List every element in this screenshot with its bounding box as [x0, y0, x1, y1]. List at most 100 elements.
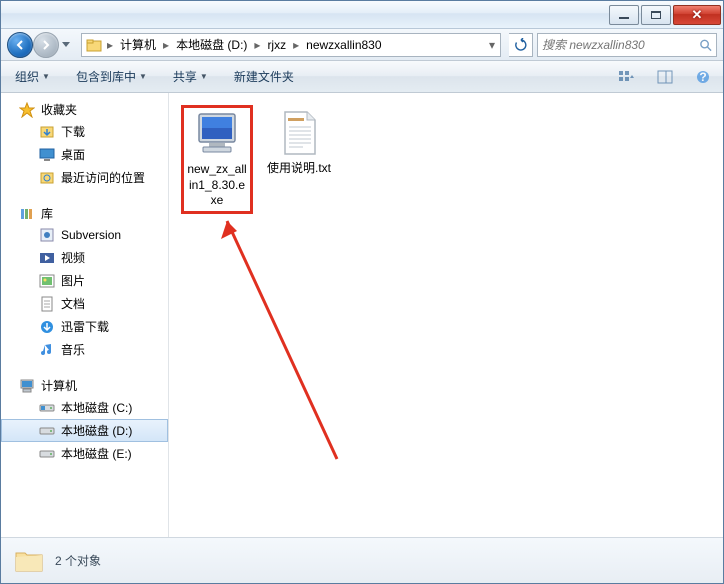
- sidebar-label: 迅雷下载: [61, 318, 109, 335]
- file-name: new_zx_allin1_8.30.exe: [186, 162, 248, 209]
- toolbar: 组织 ▼ 包含到库中 ▼ 共享 ▼ 新建文件夹 ?: [1, 61, 723, 93]
- breadcrumb-separator[interactable]: ▸: [290, 38, 302, 52]
- status-bar: 2 个对象: [1, 537, 723, 583]
- preview-pane-icon: [657, 70, 673, 84]
- sidebar-label: 图片: [61, 272, 85, 289]
- sidebar-label: 下载: [61, 123, 85, 140]
- breadcrumb-segment[interactable]: 计算机: [116, 34, 160, 56]
- subversion-icon: [39, 227, 55, 243]
- titlebar: ✕: [1, 1, 723, 29]
- file-item-txt[interactable]: 使用说明.txt: [263, 105, 335, 181]
- sidebar-label: Subversion: [61, 228, 121, 242]
- computer-header[interactable]: 计算机: [1, 375, 168, 396]
- computer-group: 计算机 本地磁盘 (C:) 本地磁盘 (D:) 本地磁盘 (E:): [1, 375, 168, 465]
- picture-icon: [39, 273, 55, 289]
- sidebar-label: 最近访问的位置: [61, 169, 145, 186]
- exe-icon: [193, 110, 241, 158]
- libraries-group: 库 Subversion 视频 图片 文档 迅雷下载 音乐: [1, 203, 168, 361]
- close-button[interactable]: ✕: [673, 5, 721, 25]
- text-file-icon: [275, 109, 323, 157]
- computer-icon: [19, 378, 35, 394]
- sidebar-label: 桌面: [61, 146, 85, 163]
- search-input[interactable]: [542, 38, 699, 52]
- organize-menu[interactable]: 组织 ▼: [9, 64, 56, 89]
- music-icon: [39, 342, 55, 358]
- sidebar-label: 本地磁盘 (D:): [61, 422, 132, 439]
- xunlei-icon: [39, 319, 55, 335]
- include-in-library-menu[interactable]: 包含到库中 ▼: [70, 64, 153, 89]
- sidebar-label: 视频: [61, 249, 85, 266]
- drive-icon: [39, 423, 55, 439]
- help-button[interactable]: ?: [691, 66, 715, 88]
- download-icon: [39, 124, 55, 140]
- toolbar-label: 新建文件夹: [234, 68, 294, 85]
- breadcrumb-separator[interactable]: ▸: [251, 38, 263, 52]
- breadcrumb[interactable]: ▸ 计算机 ▸ 本地磁盘 (D:) ▸ rjxz ▸ newzxallin830…: [81, 33, 501, 57]
- sidebar-item-drive-e[interactable]: 本地磁盘 (E:): [1, 442, 168, 465]
- content-area: 收藏夹 下载 桌面 最近访问的位置 库: [1, 93, 723, 537]
- breadcrumb-separator[interactable]: ▸: [104, 38, 116, 52]
- minimize-button[interactable]: [609, 5, 639, 25]
- video-icon: [39, 250, 55, 266]
- breadcrumb-segment[interactable]: newzxallin830: [302, 34, 385, 56]
- sidebar-item-desktop[interactable]: 桌面: [1, 143, 168, 166]
- drive-icon: [39, 446, 55, 462]
- libraries-header[interactable]: 库: [1, 203, 168, 224]
- search-box[interactable]: [537, 33, 717, 57]
- sidebar-item-pictures[interactable]: 图片: [1, 269, 168, 292]
- sidebar-label: 文档: [61, 295, 85, 312]
- sidebar-item-drive-d[interactable]: 本地磁盘 (D:): [1, 419, 168, 442]
- view-grid-icon: [618, 70, 636, 84]
- breadcrumb-separator[interactable]: ▸: [160, 38, 172, 52]
- drive-icon: [39, 400, 55, 416]
- arrow-left-icon: [14, 39, 26, 51]
- file-item-exe[interactable]: new_zx_allin1_8.30.exe: [181, 105, 253, 214]
- favorites-header[interactable]: 收藏夹: [1, 99, 168, 120]
- sidebar-item-drive-c[interactable]: 本地磁盘 (C:): [1, 396, 168, 419]
- sidebar-label: 收藏夹: [41, 101, 77, 118]
- sidebar-item-recent[interactable]: 最近访问的位置: [1, 166, 168, 189]
- explorer-window: ✕ ▸ 计算机 ▸ 本地磁盘 (D:) ▸ rjxz ▸ newzxallin8…: [0, 0, 724, 584]
- view-options-button[interactable]: [615, 66, 639, 88]
- breadcrumb-segment[interactable]: 本地磁盘 (D:): [172, 34, 251, 56]
- breadcrumb-dropdown[interactable]: ▾: [486, 38, 498, 52]
- refresh-button[interactable]: [509, 33, 533, 57]
- toolbar-label: 组织: [15, 68, 39, 85]
- annotation-arrow: [217, 199, 347, 469]
- search-icon: [699, 38, 712, 52]
- sidebar-item-xunlei[interactable]: 迅雷下载: [1, 315, 168, 338]
- sidebar-item-music[interactable]: 音乐: [1, 338, 168, 361]
- back-button[interactable]: [7, 32, 33, 58]
- preview-pane-button[interactable]: [653, 66, 677, 88]
- status-text: 2 个对象: [55, 552, 101, 569]
- maximize-button[interactable]: [641, 5, 671, 25]
- file-list[interactable]: new_zx_allin1_8.30.exe 使用说明.txt: [169, 93, 723, 537]
- sidebar-item-subversion[interactable]: Subversion: [1, 224, 168, 246]
- sidebar-label: 库: [41, 205, 53, 222]
- nav-arrows: [7, 32, 73, 58]
- svg-text:?: ?: [699, 70, 706, 84]
- star-icon: [19, 102, 35, 118]
- window-controls: ✕: [607, 5, 721, 25]
- share-menu[interactable]: 共享 ▼: [167, 64, 214, 89]
- desktop-icon: [39, 147, 55, 163]
- sidebar-item-documents[interactable]: 文档: [1, 292, 168, 315]
- library-icon: [19, 206, 35, 222]
- sidebar-label: 本地磁盘 (E:): [61, 445, 132, 462]
- document-icon: [39, 296, 55, 312]
- sidebar-label: 本地磁盘 (C:): [61, 399, 132, 416]
- folder-icon: [86, 37, 102, 53]
- navigation-bar: ▸ 计算机 ▸ 本地磁盘 (D:) ▸ rjxz ▸ newzxallin830…: [1, 29, 723, 61]
- refresh-icon: [514, 38, 528, 52]
- forward-button[interactable]: [33, 32, 59, 58]
- nav-history-dropdown[interactable]: [59, 35, 73, 55]
- toolbar-label: 包含到库中: [76, 68, 136, 85]
- sidebar-item-videos[interactable]: 视频: [1, 246, 168, 269]
- sidebar-item-downloads[interactable]: 下载: [1, 120, 168, 143]
- new-folder-button[interactable]: 新建文件夹: [228, 64, 300, 89]
- help-icon: ?: [696, 70, 710, 84]
- breadcrumb-segment[interactable]: rjxz: [263, 34, 290, 56]
- sidebar-label: 计算机: [41, 377, 77, 394]
- favorites-group: 收藏夹 下载 桌面 最近访问的位置: [1, 99, 168, 189]
- toolbar-label: 共享: [173, 68, 197, 85]
